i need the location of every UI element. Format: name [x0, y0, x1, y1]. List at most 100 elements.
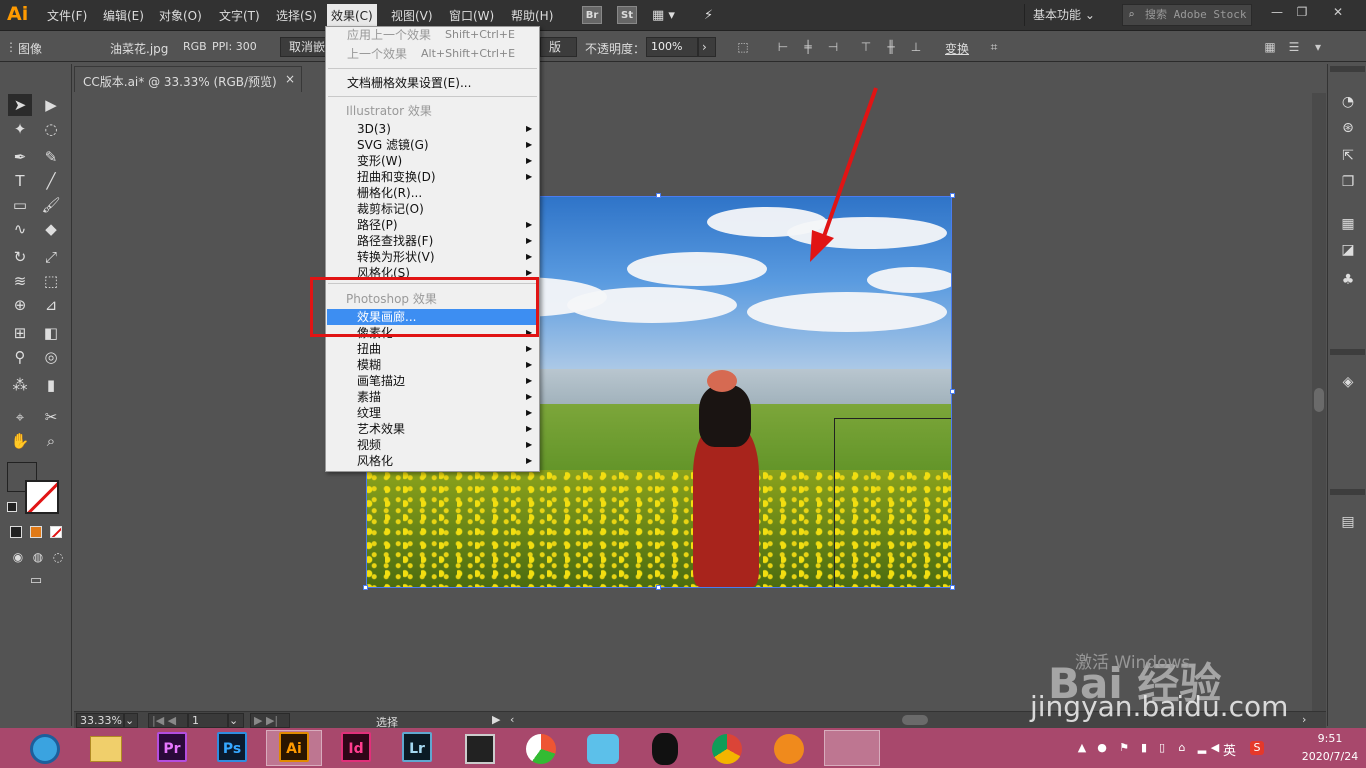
premiere-taskbar-icon[interactable]: Pr — [157, 732, 187, 762]
panel-menu-chevron-icon[interactable]: ▾ — [1310, 40, 1326, 54]
tray-flag-icon[interactable]: ⚑ — [1117, 741, 1131, 755]
color-mode-icon[interactable] — [10, 526, 22, 538]
align-bottom-icon[interactable]: ⊥ — [908, 40, 924, 54]
last-effect-item[interactable]: 上一个效果 Alt+Shift+Ctrl+E — [327, 46, 538, 62]
effect-crop-marks-item[interactable]: 裁剪标记(O) — [327, 201, 538, 217]
rectangle-tool-icon[interactable]: ▭ — [8, 194, 32, 216]
horizontal-scroll-thumb[interactable] — [902, 715, 928, 725]
browser-taskbar-icon[interactable] — [774, 734, 804, 764]
panel-grip[interactable] — [1330, 489, 1365, 495]
document-raster-settings-item[interactable]: 文档栅格效果设置(E)... — [327, 75, 538, 91]
layers-icon[interactable]: ◈ — [1337, 372, 1359, 392]
menu-select[interactable]: 选择(S) — [272, 6, 321, 26]
arrange-icon[interactable]: ▦ — [1262, 40, 1278, 54]
stroke-swatch-none-icon[interactable] — [25, 480, 59, 514]
effect-convert-to-shape-item[interactable]: 转换为形状(V) ▶ — [327, 249, 538, 265]
hand-tool-icon[interactable]: ✋ — [8, 430, 32, 452]
effect-path-item[interactable]: 路径(P) ▶ — [327, 217, 538, 233]
panel-menu-icon[interactable]: ☰ — [1286, 40, 1302, 54]
warp-tool-icon[interactable]: ≋ — [8, 270, 32, 292]
linked-file-name[interactable]: 油菜花.jpg — [110, 40, 168, 57]
menu-view[interactable]: 视图(V) — [387, 6, 437, 26]
arrange-documents-icon[interactable]: ▦ ▾ — [648, 6, 679, 26]
stock-button[interactable]: St — [617, 6, 637, 24]
align-middle-icon[interactable]: ╫ — [883, 40, 899, 54]
column-graph-tool-icon[interactable]: ▮ — [39, 374, 63, 396]
effect-brush-strokes-item[interactable]: 画笔描边 ▶ — [327, 373, 538, 389]
vertical-scrollbar[interactable] — [1312, 93, 1326, 711]
restore-button[interactable]: ❐ — [1290, 3, 1314, 21]
bounding-handle[interactable] — [950, 389, 955, 394]
lasso-tool-icon[interactable]: ◌ — [39, 118, 63, 140]
bounding-handle[interactable] — [950, 193, 955, 198]
notes-app-taskbar-icon[interactable] — [824, 730, 880, 766]
swatches-icon[interactable]: ▦ — [1337, 214, 1359, 234]
lightroom-taskbar-icon[interactable]: Lr — [402, 732, 432, 762]
eyedropper-tool-icon[interactable]: ⚲ — [8, 346, 32, 368]
effect-distort-item[interactable]: 扭曲 ▶ — [327, 341, 538, 357]
opacity-arrow-icon[interactable]: › — [698, 37, 716, 57]
effect-rasterize-item[interactable]: 栅格化(R)... — [327, 185, 538, 201]
bounding-handle[interactable] — [950, 585, 955, 590]
close-window-button[interactable]: ✕ — [1326, 3, 1350, 21]
qq-taskbar-icon[interactable] — [652, 733, 678, 765]
color-guide-icon[interactable]: ◔ — [1337, 92, 1359, 112]
start-button[interactable] — [30, 734, 60, 764]
scroll-left-icon[interactable]: ‹ — [510, 713, 524, 728]
gradient-mode-icon[interactable] — [30, 526, 42, 538]
chat-app-taskbar-icon[interactable] — [587, 734, 619, 764]
mesh-tool-icon[interactable]: ⊞ — [8, 322, 32, 344]
rotate-tool-icon[interactable]: ↻ — [8, 246, 32, 268]
artboards-icon[interactable]: ❐ — [1337, 172, 1359, 192]
bounding-handle[interactable] — [656, 585, 661, 590]
clock-date[interactable]: 2020/7/24 — [1296, 750, 1364, 763]
sogou-ime-icon[interactable]: S — [1250, 741, 1264, 755]
workspace-switcher[interactable]: 基本功能 ⌄ — [1024, 4, 1106, 26]
line-tool-icon[interactable]: ╱ — [39, 170, 63, 192]
file-explorer-icon[interactable] — [90, 736, 122, 762]
panel-grip[interactable] — [1330, 349, 1365, 355]
align-right-icon[interactable]: ⊣ — [825, 40, 841, 54]
align-left-icon[interactable]: ⊢ — [775, 40, 791, 54]
default-colors-icon[interactable] — [7, 502, 17, 512]
tray-volume-icon[interactable]: ◀ — [1208, 741, 1222, 755]
panel-grip[interactable] — [1330, 66, 1365, 72]
align-center-icon[interactable]: ╪ — [800, 40, 816, 54]
none-mode-icon[interactable] — [50, 526, 62, 538]
selection-tool-icon[interactable]: ➤ — [8, 94, 32, 116]
magic-wand-tool-icon[interactable]: ✦ — [8, 118, 32, 140]
effect-ps-stylize-item[interactable]: 风格化 ▶ — [327, 453, 538, 469]
menu-file[interactable]: 文件(F) — [43, 6, 91, 26]
draw-inside-icon[interactable]: ◌ — [46, 546, 70, 568]
tray-expand-icon[interactable]: ▲ — [1075, 741, 1089, 755]
artboard-number-field[interactable]: 1 — [188, 713, 228, 728]
zoom-tool-icon[interactable]: ⌕ — [39, 430, 63, 452]
shape-builder-tool-icon[interactable]: ⊕ — [8, 294, 32, 316]
menu-window[interactable]: 窗口(W) — [445, 6, 498, 26]
effect-video-item[interactable]: 视频 ▶ — [327, 437, 538, 453]
export-icon[interactable]: ⇱ — [1337, 146, 1359, 166]
effect-3d-item[interactable]: 3D(3) ▶ — [327, 121, 538, 137]
gradient-tool-icon[interactable]: ◧ — [39, 322, 63, 344]
transform-link[interactable]: 变换 — [945, 40, 969, 57]
artboard-nav-next-icon[interactable]: ▶ ▶| — [250, 713, 290, 728]
artboard-tool-icon[interactable]: ⌖ — [8, 406, 32, 428]
symbol-sprayer-tool-icon[interactable]: ⁂ — [8, 374, 32, 396]
symbols-icon[interactable]: ♣ — [1337, 270, 1359, 290]
type-tool-icon[interactable]: T — [8, 170, 32, 192]
close-icon[interactable]: × — [285, 72, 295, 86]
direct-selection-tool-icon[interactable]: ▶ — [39, 94, 63, 116]
clock-time[interactable]: 9:51 — [1300, 732, 1360, 745]
effect-svg-filters-item[interactable]: SVG 滤镜(G) ▶ — [327, 137, 538, 153]
photoshop-taskbar-icon[interactable]: Ps — [217, 732, 247, 762]
tray-signal-icon[interactable]: ▂ — [1195, 741, 1209, 755]
sync-settings-icon[interactable]: ⚡ — [700, 6, 717, 26]
menu-effect[interactable]: 效果(C) — [327, 4, 377, 28]
eraser-tool-icon[interactable]: ◆ — [39, 218, 63, 240]
menu-object[interactable]: 对象(O) — [155, 6, 206, 26]
effect-pathfinder-item[interactable]: 路径查找器(F) ▶ — [327, 233, 538, 249]
tray-security-icon[interactable]: ▮ — [1137, 741, 1151, 755]
zoom-field[interactable]: 33.33% — [76, 713, 124, 728]
indesign-taskbar-icon[interactable]: Id — [341, 732, 371, 762]
tray-qq-icon[interactable]: ● — [1095, 741, 1109, 755]
